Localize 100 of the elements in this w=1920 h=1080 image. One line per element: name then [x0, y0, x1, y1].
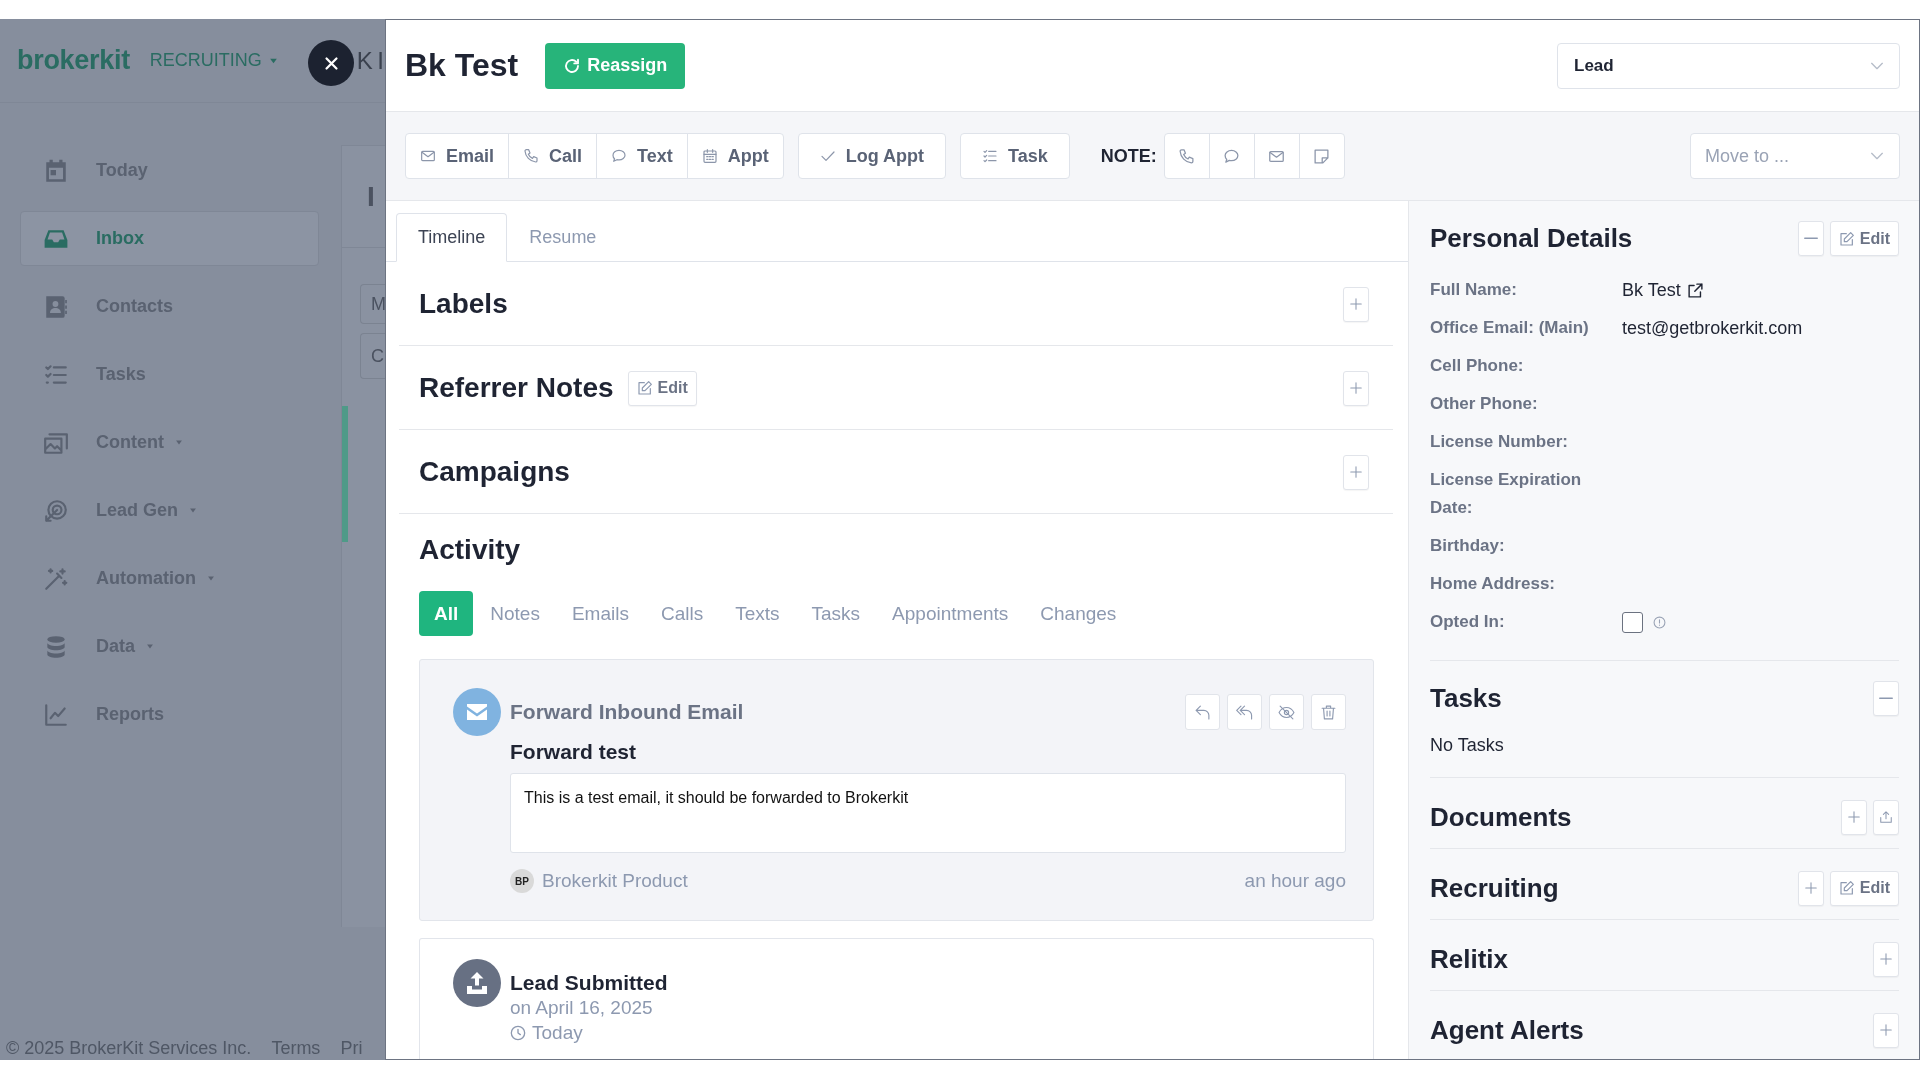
- add-button[interactable]: [1343, 286, 1369, 322]
- add-button[interactable]: [1797, 870, 1824, 906]
- log-appointment-button[interactable]: Log Appt: [797, 133, 947, 179]
- hide-button[interactable]: [1269, 694, 1304, 730]
- edit-button[interactable]: Edit: [627, 370, 697, 406]
- line-chart-icon: [42, 701, 70, 728]
- reply-icon: [1194, 703, 1211, 721]
- activity-title: Lead Submitted: [510, 970, 669, 996]
- filter-tab[interactable]: Changes: [1025, 591, 1132, 636]
- filter-tab[interactable]: Emails: [556, 591, 644, 636]
- filter-tab[interactable]: Texts: [720, 591, 795, 636]
- activity-time: an hour ago: [1244, 869, 1346, 893]
- edit-icon: [1838, 880, 1855, 896]
- brand-logo[interactable]: brokerkit: [17, 45, 130, 76]
- field-value: test@getbrokerkit.com: [1622, 317, 1803, 340]
- eye-slash-icon: [1278, 703, 1295, 721]
- section-heading: Agent Alerts: [1430, 1014, 1584, 1046]
- edit-icon: [636, 380, 653, 396]
- stage-dropdown[interactable]: Lead: [1557, 42, 1900, 89]
- filter-tab[interactable]: All: [419, 591, 474, 636]
- note-button[interactable]: [1298, 133, 1345, 179]
- activity-time: Today: [532, 1022, 583, 1044]
- field-label: Opted In:: [1430, 611, 1506, 633]
- email-body: This is a test email, it should be forwarded to Brokerkit: [510, 773, 1346, 853]
- minus-icon: [1879, 696, 1893, 700]
- phone-icon: [523, 148, 540, 164]
- reply-all-icon: [1236, 703, 1253, 721]
- envelope-icon: [420, 148, 436, 164]
- call-button[interactable]: Call: [508, 133, 598, 179]
- tab[interactable]: Resume: [507, 213, 619, 262]
- activity-type: Forward Inbound Email: [510, 700, 744, 724]
- upload-icon: [453, 959, 501, 1007]
- field-label: License Expiration Date:: [1430, 469, 1583, 519]
- add-button[interactable]: [1873, 941, 1899, 977]
- target-icon: [42, 497, 70, 524]
- filter-tab[interactable]: Tasks: [796, 591, 876, 636]
- copyright-text: © 2025 BrokerKit Services Inc.: [6, 1037, 252, 1059]
- checklist-icon: [982, 148, 999, 164]
- field-label: License Number:: [1430, 431, 1569, 453]
- add-button[interactable]: [1873, 1012, 1899, 1048]
- task-button[interactable]: Task: [960, 133, 1070, 179]
- plus-icon: [1803, 881, 1818, 895]
- sidebar-item[interactable]: Inbox: [20, 211, 319, 266]
- delete-button[interactable]: [1311, 694, 1346, 730]
- author-name[interactable]: Brokerkit Product: [542, 868, 688, 894]
- email-note-button[interactable]: [1253, 133, 1300, 179]
- upload-button[interactable]: [1873, 799, 1899, 835]
- add-button[interactable]: [1343, 370, 1369, 406]
- reply-all-button[interactable]: [1227, 694, 1262, 730]
- panel-title: I: [367, 180, 375, 213]
- chat-bubble-icon: [1223, 147, 1241, 165]
- section-heading: Labels: [419, 287, 508, 321]
- empty-message: No Tasks: [1430, 734, 1505, 757]
- section-heading: Activity: [419, 533, 522, 567]
- clock-icon: [510, 1025, 526, 1041]
- external-link-icon: [1686, 281, 1704, 299]
- footer-link[interactable]: Pri: [340, 1037, 363, 1059]
- footer-link[interactable]: Terms: [271, 1037, 321, 1059]
- collapse-button[interactable]: [1873, 680, 1899, 716]
- filter-tab[interactable]: Notes: [475, 591, 555, 636]
- text-button[interactable]: Text: [596, 133, 688, 179]
- plus-icon: [1349, 465, 1363, 479]
- edit-button[interactable]: Edit: [1829, 870, 1899, 906]
- plus-icon: [1847, 810, 1861, 824]
- section-heading: Campaigns: [419, 455, 570, 489]
- appointment-button[interactable]: Appt: [686, 133, 784, 179]
- info-icon: [1653, 615, 1666, 629]
- note-label: NOTE:: [1100, 145, 1157, 167]
- tab[interactable]: Timeline: [396, 213, 508, 262]
- section-heading: Documents: [1430, 801, 1572, 833]
- section-heading: Personal Details: [1430, 223, 1633, 254]
- reply-button[interactable]: [1185, 694, 1220, 730]
- text-note-button[interactable]: [1208, 133, 1255, 179]
- reassign-button[interactable]: Reassign: [545, 42, 686, 89]
- close-icon: [322, 54, 340, 72]
- minus-icon: [1803, 237, 1818, 240]
- tray-upload-icon: [1879, 810, 1893, 824]
- envelope-icon: [453, 688, 501, 736]
- email-button[interactable]: Email: [405, 133, 510, 179]
- workspace-menu[interactable]: RECRUITING: [149, 50, 279, 71]
- section-heading: Referrer Notes: [419, 371, 614, 405]
- plus-icon: [1349, 297, 1363, 311]
- edit-button[interactable]: Edit: [1829, 221, 1899, 256]
- field-label: Home Address:: [1430, 573, 1556, 595]
- checkbox[interactable]: [1622, 611, 1643, 633]
- filter-tab[interactable]: Appointments: [877, 591, 1024, 636]
- add-button[interactable]: [1841, 799, 1867, 835]
- field-label: Office Email: (Main): [1430, 317, 1590, 339]
- collapse-button[interactable]: [1797, 221, 1824, 256]
- add-button[interactable]: [1343, 454, 1369, 490]
- filter-tab[interactable]: Calls: [645, 591, 719, 636]
- edit-icon: [1838, 230, 1855, 247]
- plus-icon: [1349, 381, 1363, 395]
- section-heading: Tasks: [1430, 682, 1502, 714]
- call-note-button[interactable]: [1163, 133, 1210, 179]
- chat-bubble-icon: [611, 148, 628, 164]
- move-to-dropdown[interactable]: Move to ...: [1690, 133, 1900, 179]
- magic-wand-icon: [42, 565, 70, 592]
- field-label: Birthday:: [1430, 535, 1506, 557]
- author-initials: BP: [510, 869, 534, 893]
